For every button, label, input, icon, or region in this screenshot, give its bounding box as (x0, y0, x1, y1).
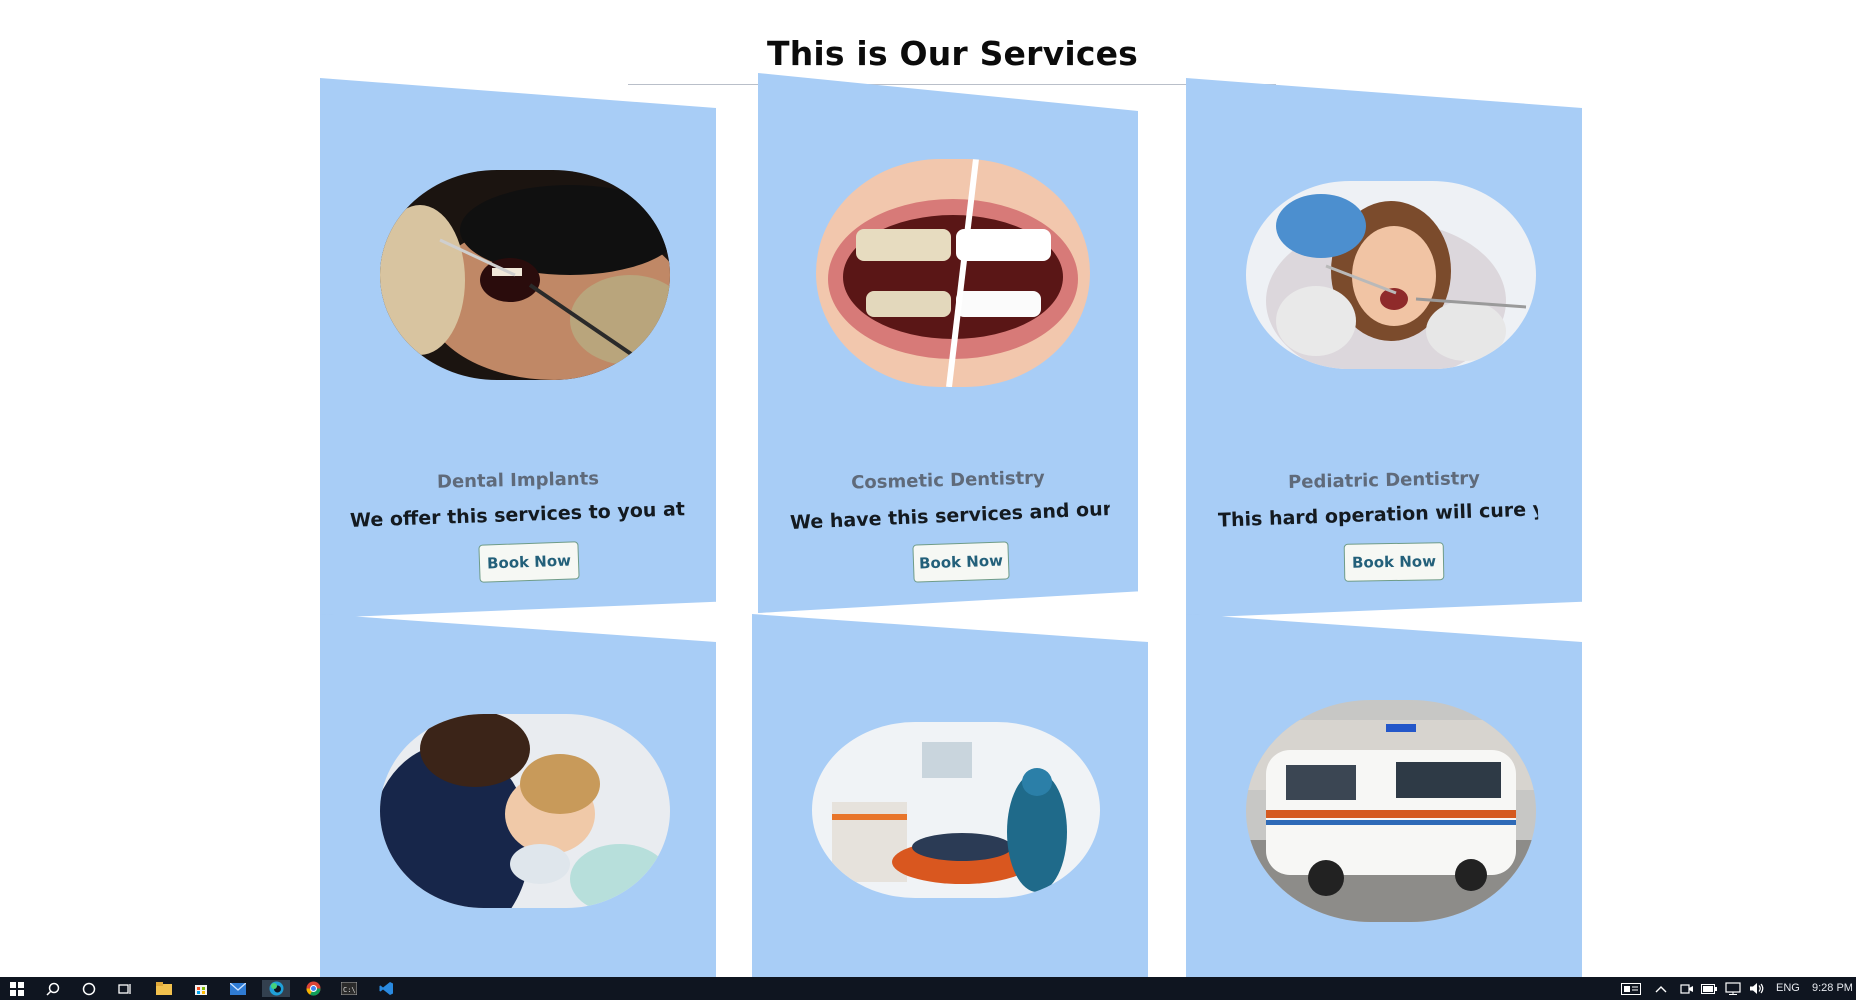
service-card-dental-implants: Dental Implants We offer this services t… (320, 78, 716, 618)
dental-procedure-photo (380, 170, 670, 380)
store-icon[interactable] (192, 980, 210, 997)
book-now-button[interactable]: Book Now (1343, 542, 1445, 582)
book-now-button[interactable]: Book Now (478, 541, 580, 583)
edge-icon[interactable] (262, 980, 290, 997)
task-view-icon[interactable] (116, 980, 134, 997)
terminal-icon[interactable]: C:\ (340, 980, 358, 997)
network-icon[interactable] (1724, 980, 1742, 997)
service-card-dental-clinic (752, 614, 1148, 994)
service-card-cosmetic-dentistry: Cosmetic Dentistry We have this services… (758, 73, 1138, 613)
news-icon[interactable] (1620, 980, 1642, 997)
ambulance-photo (1246, 700, 1536, 922)
mail-icon[interactable] (229, 980, 247, 997)
chevron-up-icon[interactable] (1652, 980, 1670, 997)
cortana-icon[interactable] (80, 980, 98, 997)
language-indicator[interactable]: ENG (1776, 982, 1800, 994)
chrome-icon[interactable] (304, 980, 322, 997)
windows-start-icon[interactable] (8, 980, 26, 997)
dental-cleaning-photo (380, 714, 670, 908)
battery-icon (1700, 980, 1718, 997)
service-card-pediatric-dentistry: Pediatric Dentistry This hard operation … (1186, 78, 1582, 618)
page-title: This is Our Services (766, 34, 1139, 73)
volume-icon[interactable] (1748, 980, 1766, 997)
service-card-dental-cleaning (320, 614, 716, 994)
dental-clinic-photo (812, 722, 1100, 898)
file-explorer-icon[interactable] (155, 980, 173, 997)
vscode-icon[interactable] (377, 980, 395, 997)
search-icon[interactable] (44, 980, 62, 997)
book-now-button[interactable]: Book Now (912, 541, 1010, 583)
teeth-whitening-photo (816, 159, 1090, 387)
service-card-ambulance (1186, 614, 1582, 994)
meet-now-icon[interactable] (1678, 980, 1696, 997)
windows-taskbar: C:\ ENG 9:28 PM (0, 977, 1856, 1000)
system-clock[interactable]: 9:28 PM (1812, 982, 1853, 994)
child-dental-exam-photo (1246, 181, 1536, 369)
svg-text:C:\: C:\ (343, 986, 356, 994)
